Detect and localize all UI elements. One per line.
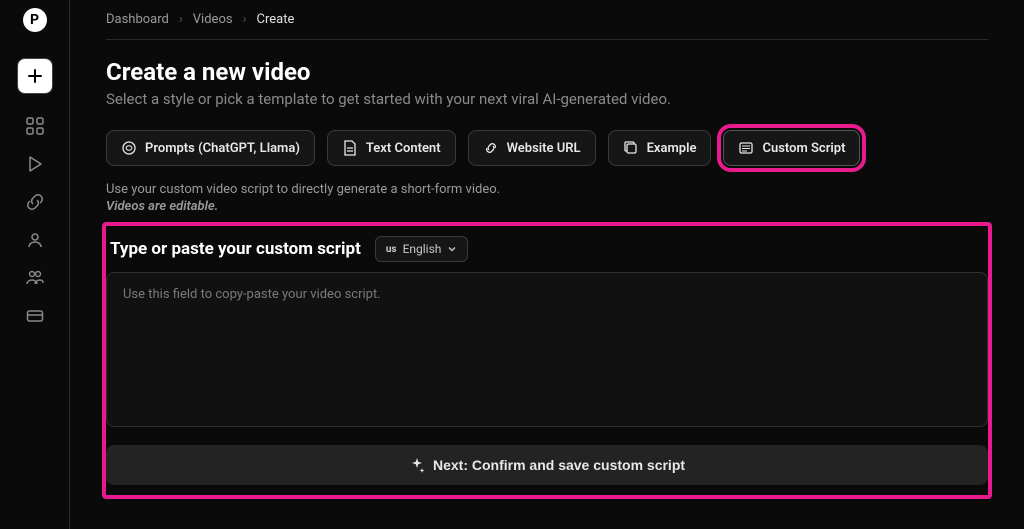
custom-script-panel: Type or paste your custom script us Engl… (102, 222, 992, 499)
sidebar: P (0, 0, 70, 529)
tab-text[interactable]: Text Content (327, 130, 456, 166)
grid-icon[interactable] (25, 116, 45, 136)
chevron-down-icon (447, 244, 457, 254)
tab-label: Text Content (366, 141, 441, 156)
script-heading: Type or paste your custom script (110, 239, 361, 259)
breadcrumb-item[interactable]: Dashboard (106, 12, 169, 27)
page-subtitle: Select a style or pick a template to get… (106, 90, 988, 108)
breadcrumb: Dashboard › Videos › Create (106, 12, 988, 40)
language-select[interactable]: us English (375, 236, 469, 262)
breadcrumb-item[interactable]: Videos (193, 12, 233, 27)
plus-icon (27, 68, 43, 84)
tab-prompts[interactable]: Prompts (ChatGPT, Llama) (106, 130, 315, 166)
tab-example[interactable]: Example (608, 130, 712, 166)
language-name: English (403, 242, 442, 256)
tab-description: Use your custom video script to directly… (106, 182, 988, 197)
document-icon (342, 140, 358, 156)
link-icon[interactable] (25, 192, 45, 212)
users-icon[interactable] (25, 268, 45, 288)
logo[interactable]: P (23, 8, 47, 32)
nav-icons (25, 116, 45, 326)
chevron-right-icon: › (179, 12, 183, 27)
user-icon[interactable] (25, 230, 45, 250)
page-title: Create a new video (106, 58, 988, 86)
main: Dashboard › Videos › Create Create a new… (70, 0, 1024, 529)
source-tabs: Prompts (ChatGPT, Llama) Text Content We… (106, 130, 988, 166)
tab-label: Website URL (507, 141, 581, 156)
language-code: us (386, 244, 397, 255)
play-icon[interactable] (25, 154, 45, 174)
sparkle-icon (409, 457, 425, 473)
script-textarea[interactable] (106, 272, 988, 427)
tab-custom-script[interactable]: Custom Script (723, 130, 860, 166)
card-icon[interactable] (25, 306, 45, 326)
tab-label: Prompts (ChatGPT, Llama) (145, 141, 300, 156)
breadcrumb-item-current: Create (256, 12, 294, 27)
tab-url[interactable]: Website URL (468, 130, 596, 166)
chevron-right-icon: › (243, 12, 247, 27)
link-icon (483, 140, 499, 156)
tab-label: Custom Script (762, 141, 845, 156)
ai-icon (121, 140, 137, 156)
tab-label: Example (647, 141, 697, 156)
editable-note: Videos are editable. (106, 199, 988, 214)
script-icon (738, 140, 754, 156)
copy-icon (623, 140, 639, 156)
next-button-label: Next: Confirm and save custom script (433, 457, 685, 473)
next-button[interactable]: Next: Confirm and save custom script (106, 445, 988, 485)
create-button[interactable] (17, 58, 53, 94)
